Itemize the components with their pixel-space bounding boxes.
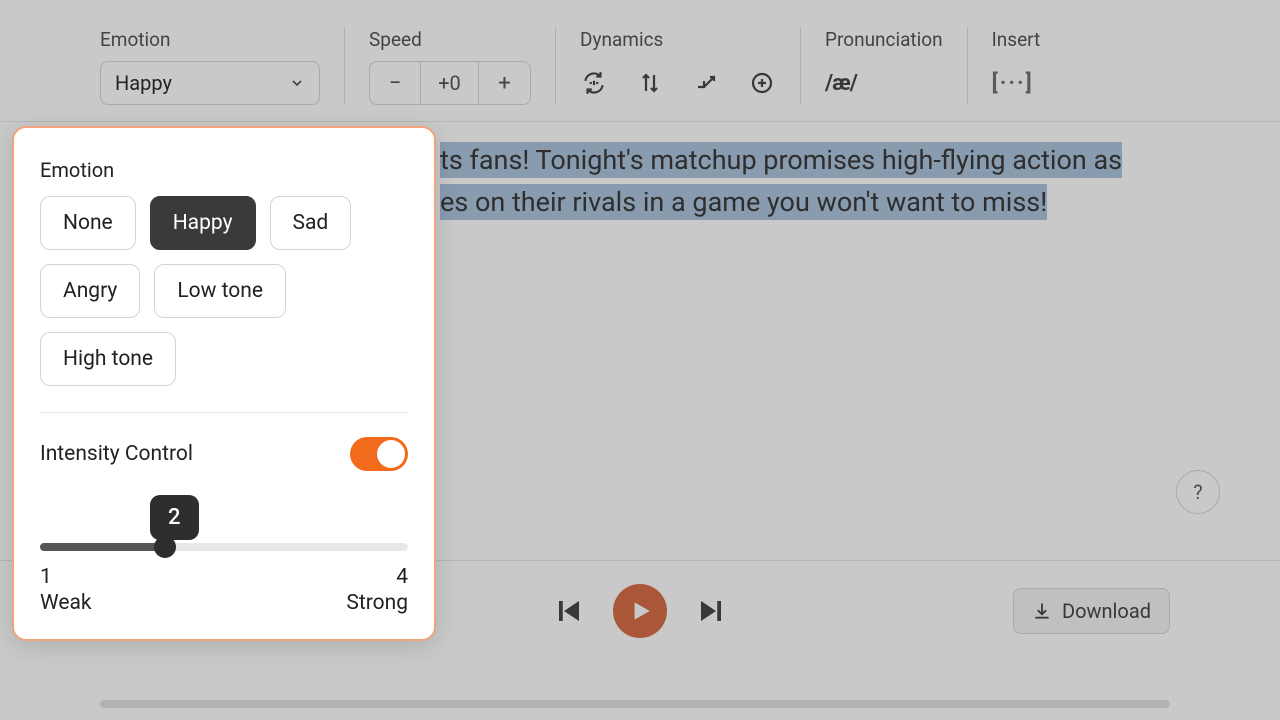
- progress-track[interactable]: [100, 700, 1170, 708]
- popup-title: Emotion: [40, 158, 408, 182]
- pronunciation-button[interactable]: /æ/: [825, 71, 857, 96]
- slider-track: [40, 543, 408, 551]
- emotion-chip-sad[interactable]: Sad: [270, 196, 352, 250]
- emotion-chip-happy[interactable]: Happy: [150, 196, 256, 250]
- speed-stepper: − +0 +: [369, 61, 531, 105]
- selected-text-line2: es on their rivals in a game you won't w…: [440, 184, 1047, 220]
- selected-text-line1: ts fans! Tonight's matchup promises high…: [440, 142, 1122, 178]
- emotion-chip-none[interactable]: None: [40, 196, 136, 250]
- next-button[interactable]: [693, 593, 729, 629]
- slider-min-value: 1: [40, 565, 52, 589]
- toolbar: Emotion Happy Speed − +0 + Dynamics: [0, 0, 1280, 122]
- play-button[interactable]: [613, 584, 667, 638]
- speed-value: +0: [421, 61, 479, 105]
- intensity-slider[interactable]: 2 1 4 Weak Strong: [40, 495, 408, 615]
- emotion-select-value: Happy: [115, 71, 172, 95]
- toolbar-pron-label: Pronunciation: [825, 28, 943, 51]
- download-label: Download: [1062, 599, 1151, 623]
- speed-decrease-button[interactable]: −: [369, 61, 421, 105]
- dynamics-pitch-icon[interactable]: [636, 69, 664, 97]
- emotion-chip-high-tone[interactable]: High tone: [40, 332, 176, 386]
- help-button[interactable]: ?: [1176, 470, 1220, 514]
- slider-thumb[interactable]: [154, 536, 176, 558]
- emotion-chip-low-tone[interactable]: Low tone: [154, 264, 286, 318]
- minus-icon: −: [389, 71, 402, 96]
- dynamics-break-icon[interactable]: [692, 69, 720, 97]
- download-icon: [1032, 601, 1052, 621]
- intensity-toggle[interactable]: [350, 437, 408, 471]
- slider-max-value: 4: [396, 565, 408, 589]
- toolbar-group-speed: Speed − +0 +: [344, 28, 555, 105]
- divider: [40, 412, 408, 413]
- toolbar-emotion-label: Emotion: [100, 28, 320, 51]
- dynamics-add-icon[interactable]: [748, 69, 776, 97]
- previous-button[interactable]: [551, 593, 587, 629]
- slider-max-label: Strong: [346, 591, 408, 615]
- help-icon: ?: [1193, 480, 1202, 504]
- slider-fill: [40, 543, 165, 551]
- plus-icon: +: [498, 71, 510, 96]
- download-button[interactable]: Download: [1013, 588, 1170, 634]
- emotion-popup: Emotion None Happy Sad Angry Low tone Hi…: [12, 126, 436, 641]
- intensity-label: Intensity Control: [40, 442, 193, 466]
- toolbar-insert-label: Insert: [992, 28, 1041, 51]
- toolbar-group-pronunciation: Pronunciation /æ/: [800, 28, 967, 105]
- emotion-chip-angry[interactable]: Angry: [40, 264, 140, 318]
- toolbar-group-insert: Insert [···]: [967, 28, 1065, 105]
- toolbar-dynamics-label: Dynamics: [580, 28, 776, 51]
- toolbar-group-dynamics: Dynamics: [555, 28, 800, 105]
- chevron-down-icon: [289, 75, 305, 91]
- speed-increase-button[interactable]: +: [479, 61, 531, 105]
- toolbar-group-emotion: Emotion Happy: [100, 28, 344, 105]
- slider-value-tooltip: 2: [150, 495, 199, 540]
- toolbar-speed-label: Speed: [369, 28, 531, 51]
- emotion-select[interactable]: Happy: [100, 61, 320, 105]
- slider-min-label: Weak: [40, 591, 92, 615]
- insert-button[interactable]: [···]: [992, 71, 1034, 96]
- toggle-knob: [377, 440, 405, 468]
- dynamics-regenerate-icon[interactable]: [580, 69, 608, 97]
- emotion-chip-group: None Happy Sad Angry Low tone High tone: [40, 196, 408, 386]
